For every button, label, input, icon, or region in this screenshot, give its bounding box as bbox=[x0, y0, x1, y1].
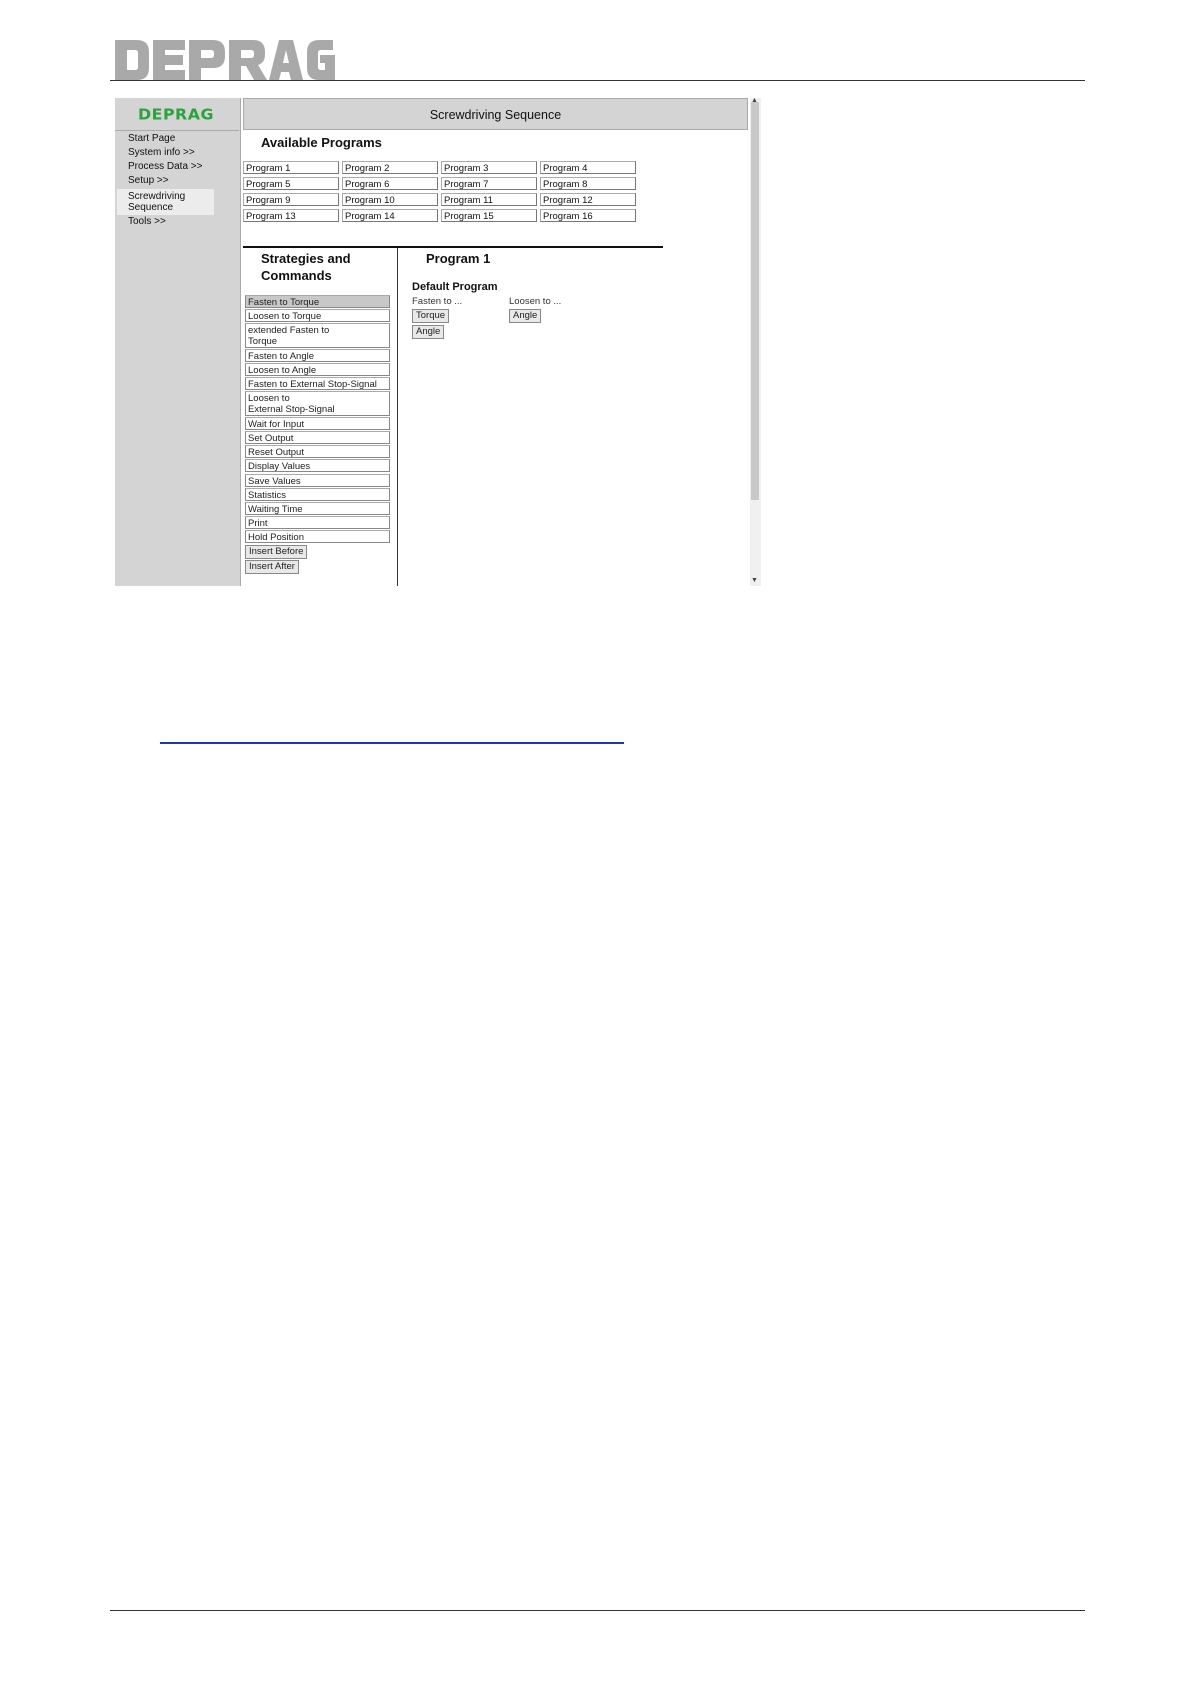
program-title: Program 1 bbox=[426, 251, 491, 266]
sidebar-item-tools[interactable]: Tools >> bbox=[128, 216, 166, 227]
command-item[interactable]: Loosen to Angle bbox=[245, 363, 390, 376]
command-item[interactable]: Statistics bbox=[245, 488, 390, 501]
command-item-line: Torque bbox=[248, 336, 278, 347]
svg-text:DEPRAG: DEPRAG bbox=[138, 106, 214, 124]
program-button[interactable]: Program 7 bbox=[441, 177, 537, 190]
command-item[interactable]: Wait for Input bbox=[245, 417, 390, 430]
sidebar-item-system-info[interactable]: System info >> bbox=[128, 147, 195, 158]
sidebar-item-process-data[interactable]: Process Data >> bbox=[128, 161, 202, 172]
command-item[interactable]: Waiting Time bbox=[245, 502, 390, 515]
command-item[interactable]: Save Values bbox=[245, 474, 390, 487]
command-item[interactable]: Display Values bbox=[245, 459, 390, 472]
program-button[interactable]: Program 11 bbox=[441, 193, 537, 206]
sidebar-item-setup[interactable]: Setup >> bbox=[128, 175, 169, 186]
hyperlink-underline[interactable] bbox=[160, 742, 624, 744]
sidebar-logo-box: DEPRAG bbox=[115, 98, 239, 131]
command-item[interactable]: Fasten to External Stop-Signal bbox=[245, 377, 390, 390]
program-button[interactable]: Program 16 bbox=[540, 209, 636, 222]
program-button[interactable]: Program 13 bbox=[243, 209, 339, 222]
strategies-title-line1: Strategies and bbox=[261, 251, 351, 266]
program-button[interactable]: Program 9 bbox=[243, 193, 339, 206]
command-item[interactable]: Loosen to Torque bbox=[245, 309, 390, 322]
program-button[interactable]: Program 8 bbox=[540, 177, 636, 190]
header-rule bbox=[110, 80, 1085, 81]
program-button[interactable]: Program 12 bbox=[540, 193, 636, 206]
deprag-logo bbox=[115, 40, 335, 80]
command-item[interactable]: Print bbox=[245, 516, 390, 529]
program-button[interactable]: Program 5 bbox=[243, 177, 339, 190]
command-item[interactable]: extended Fasten to Torque bbox=[245, 323, 390, 348]
command-item[interactable]: Hold Position bbox=[245, 530, 390, 543]
program-button[interactable]: Program 3 bbox=[441, 161, 537, 174]
command-item[interactable]: Fasten to Angle bbox=[245, 349, 390, 362]
loosen-angle-button[interactable]: Angle bbox=[509, 309, 542, 323]
command-item-line: External Stop-Signal bbox=[248, 404, 335, 415]
program-button[interactable]: Program 4 bbox=[540, 161, 636, 174]
insert-before-button[interactable]: Insert Before bbox=[245, 545, 308, 559]
deprag-small-logo: DEPRAG bbox=[138, 106, 214, 124]
program-button[interactable]: Program 2 bbox=[342, 161, 438, 174]
sidebar-item-start-page[interactable]: Start Page bbox=[128, 133, 175, 144]
strategies-title: Strategies and Commands bbox=[261, 250, 351, 284]
loosen-to-label: Loosen to ... bbox=[509, 296, 562, 307]
screenshot-frame: DEPRAG Start Page System info >> Process… bbox=[115, 98, 761, 586]
scroll-down-icon[interactable]: ▼ bbox=[751, 577, 758, 585]
command-item[interactable]: Reset Output bbox=[245, 445, 390, 458]
program-button[interactable]: Program 14 bbox=[342, 209, 438, 222]
program-button[interactable]: Program 15 bbox=[441, 209, 537, 222]
fasten-angle-button[interactable]: Angle bbox=[412, 325, 445, 339]
column-divider bbox=[397, 248, 398, 586]
footer-rule bbox=[110, 1610, 1085, 1611]
command-item[interactable]: Loosen to External Stop-Signal bbox=[245, 391, 390, 416]
insert-after-button[interactable]: Insert After bbox=[245, 560, 299, 574]
fasten-to-label: Fasten to ... bbox=[412, 296, 463, 307]
available-programs-title: Available Programs bbox=[261, 135, 382, 150]
strategies-title-line2: Commands bbox=[261, 268, 332, 283]
program-button[interactable]: Program 1 bbox=[243, 161, 339, 174]
default-program-label: Default Program bbox=[412, 281, 498, 293]
command-item[interactable]: Set Output bbox=[245, 431, 390, 444]
command-item-selected[interactable]: Fasten to Torque bbox=[245, 295, 390, 308]
command-item-line: Loosen to bbox=[248, 393, 290, 404]
sidebar-item-screwdriving[interactable]: Screwdriving bbox=[128, 191, 185, 202]
sidebar-item-screwdriving-sequence[interactable]: Sequence bbox=[128, 202, 173, 213]
scrollbar-thumb[interactable] bbox=[751, 102, 759, 500]
scroll-up-icon[interactable]: ▲ bbox=[751, 98, 758, 104]
torque-button[interactable]: Torque bbox=[412, 309, 450, 323]
window-title: Screwdriving Sequence bbox=[243, 98, 748, 130]
program-button[interactable]: Program 10 bbox=[342, 193, 438, 206]
program-button[interactable]: Program 6 bbox=[342, 177, 438, 190]
section-divider bbox=[243, 246, 663, 248]
command-item-line: extended Fasten to bbox=[248, 325, 330, 336]
